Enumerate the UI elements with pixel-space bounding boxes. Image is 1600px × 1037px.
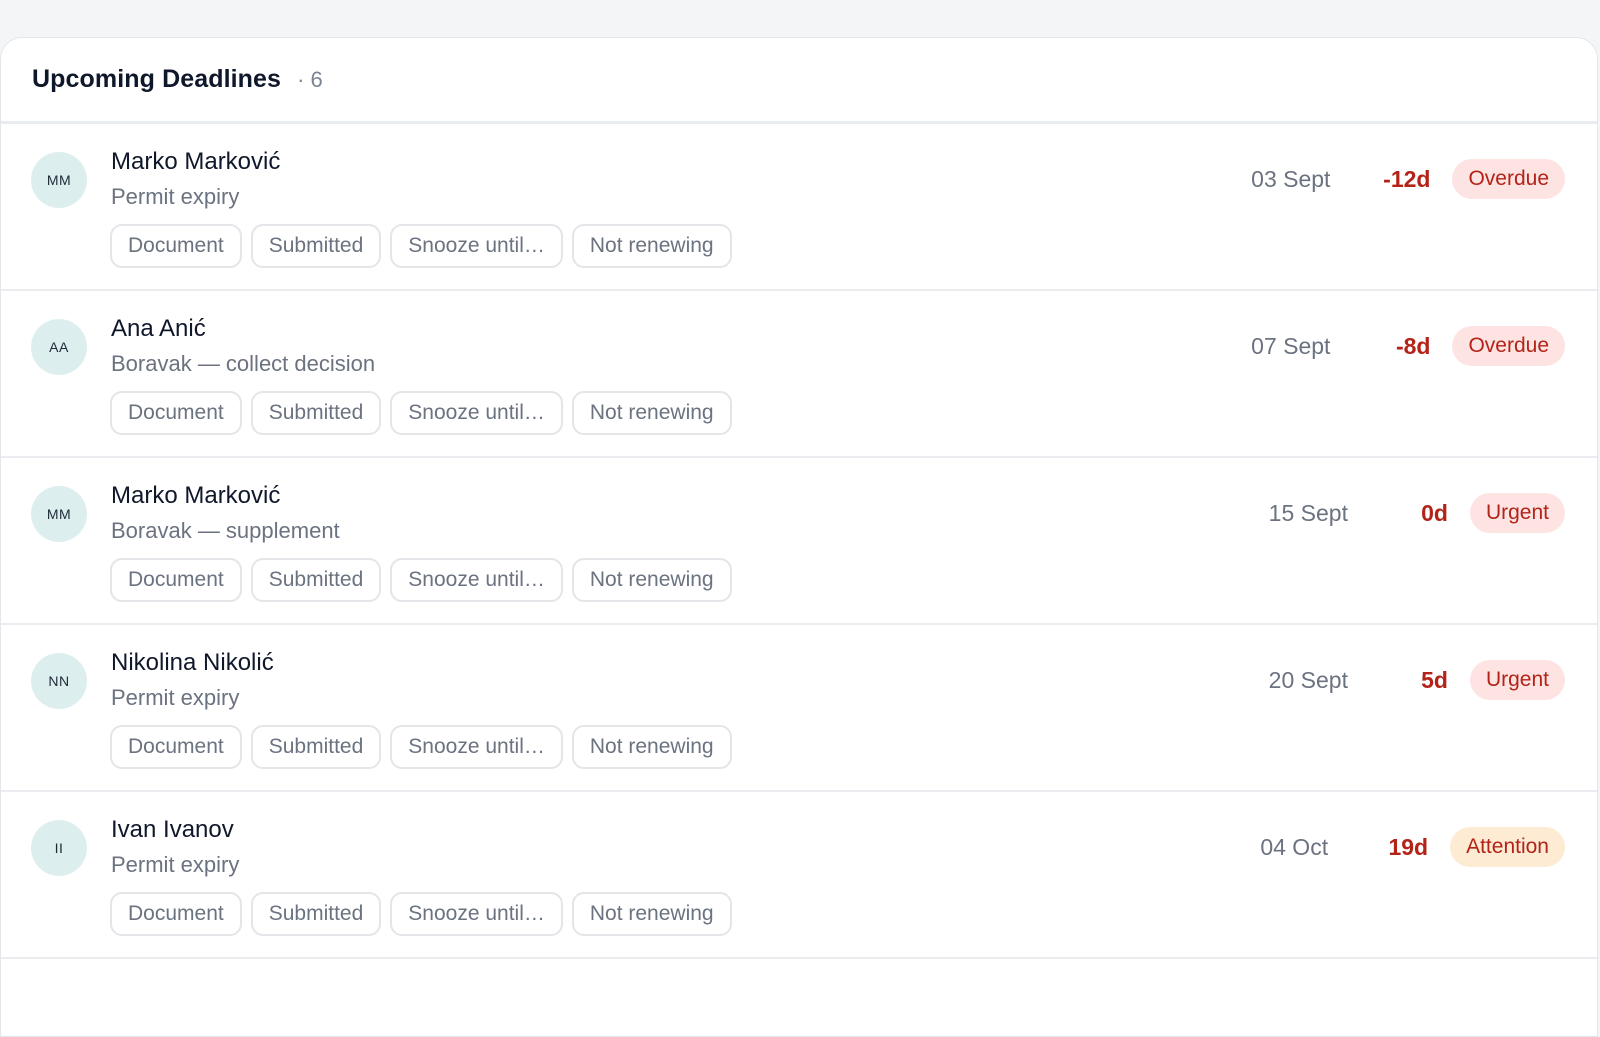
person-name[interactable]: Marko Marković — [111, 482, 280, 510]
days-remaining: -8d — [1395, 332, 1431, 359]
avatar: NN — [31, 653, 87, 709]
deadline-type: Permit expiry — [111, 852, 240, 877]
document-button[interactable]: Document — [110, 558, 242, 602]
snooze-button[interactable]: Snooze until… — [390, 892, 563, 936]
deadline-meta: 15 Sept 0d Urgent — [1238, 493, 1565, 533]
snooze-button[interactable]: Snooze until… — [390, 558, 563, 602]
submitted-button[interactable]: Submitted — [250, 558, 382, 602]
document-button[interactable]: Document — [110, 224, 242, 268]
deadline-meta: 03 Sept -12d Overdue — [1220, 159, 1565, 199]
status-badge: Overdue — [1452, 159, 1565, 199]
deadline-type: Permit expiry — [111, 685, 240, 710]
not-renewing-button[interactable]: Not renewing — [571, 892, 732, 936]
snooze-button[interactable]: Snooze until… — [390, 391, 563, 435]
not-renewing-button[interactable]: Not renewing — [571, 725, 732, 769]
row-actions: Document Submitted Snooze until… Not ren… — [110, 558, 732, 602]
status-badge: Overdue — [1452, 326, 1565, 366]
card-header: Upcoming Deadlines · 6 — [1, 38, 1597, 124]
days-remaining: 19d — [1388, 833, 1429, 860]
due-date: 15 Sept — [1268, 499, 1348, 526]
row-actions: Document Submitted Snooze until… Not ren… — [110, 224, 732, 268]
deadline-count: · 6 — [297, 66, 323, 92]
days-remaining: -12d — [1383, 165, 1431, 192]
status-badge: Attention — [1450, 827, 1565, 867]
submitted-button[interactable]: Submitted — [250, 892, 382, 936]
not-renewing-button[interactable]: Not renewing — [571, 391, 732, 435]
document-button[interactable]: Document — [110, 391, 242, 435]
deadline-meta: 04 Oct 19d Attention — [1218, 827, 1565, 867]
deadline-row[interactable]: MM Marko Marković Permit expiry Document… — [1, 124, 1597, 291]
avatar: MM — [31, 152, 87, 208]
person-name[interactable]: Nikolina Nikolić — [111, 649, 274, 677]
deadline-type: Permit expiry — [111, 184, 240, 209]
snooze-button[interactable]: Snooze until… — [390, 725, 563, 769]
deadline-meta: 07 Sept -8d Overdue — [1220, 326, 1565, 366]
row-actions: Document Submitted Snooze until… Not ren… — [110, 391, 732, 435]
document-button[interactable]: Document — [110, 725, 242, 769]
submitted-button[interactable]: Submitted — [250, 224, 382, 268]
status-badge: Urgent — [1469, 660, 1565, 700]
deadline-type: Boravak — supplement — [111, 518, 340, 543]
person-name[interactable]: Ana Anić — [111, 315, 206, 343]
deadline-row[interactable]: AA Ana Anić Boravak — collect decision D… — [1, 291, 1597, 458]
snooze-button[interactable]: Snooze until… — [390, 224, 563, 268]
due-date: 20 Sept — [1268, 666, 1348, 693]
deadline-row[interactable]: MM Marko Marković Boravak — supplement D… — [1, 458, 1597, 625]
document-button[interactable]: Document — [110, 892, 242, 936]
due-date: 07 Sept — [1251, 332, 1331, 359]
deadline-meta: 20 Sept 5d Urgent — [1238, 660, 1565, 700]
deadline-type: Boravak — collect decision — [111, 351, 376, 376]
days-remaining: 0d — [1421, 499, 1448, 526]
card-title: Upcoming Deadlines — [32, 65, 282, 93]
row-actions: Document Submitted Snooze until… Not ren… — [110, 892, 732, 936]
not-renewing-button[interactable]: Not renewing — [571, 224, 732, 268]
status-badge: Urgent — [1469, 493, 1565, 533]
submitted-button[interactable]: Submitted — [250, 391, 382, 435]
person-name[interactable]: Marko Marković — [111, 148, 280, 176]
row-actions: Document Submitted Snooze until… Not ren… — [110, 725, 732, 769]
due-date: 03 Sept — [1251, 165, 1331, 192]
submitted-button[interactable]: Submitted — [250, 725, 382, 769]
avatar: MM — [31, 486, 87, 542]
deadlines-card: Upcoming Deadlines · 6 MM Marko Marković… — [0, 37, 1598, 1037]
days-remaining: 5d — [1421, 666, 1448, 693]
person-name[interactable]: Ivan Ivanov — [111, 816, 234, 844]
deadline-row[interactable]: NN Nikolina Nikolić Permit expiry Docume… — [1, 625, 1597, 792]
deadline-list: MM Marko Marković Permit expiry Document… — [1, 124, 1597, 959]
due-date: 04 Oct — [1260, 833, 1329, 860]
not-renewing-button[interactable]: Not renewing — [571, 558, 732, 602]
avatar: II — [31, 820, 87, 876]
avatar: AA — [31, 319, 87, 375]
deadline-row[interactable]: II Ivan Ivanov Permit expiry Document Su… — [1, 792, 1597, 959]
